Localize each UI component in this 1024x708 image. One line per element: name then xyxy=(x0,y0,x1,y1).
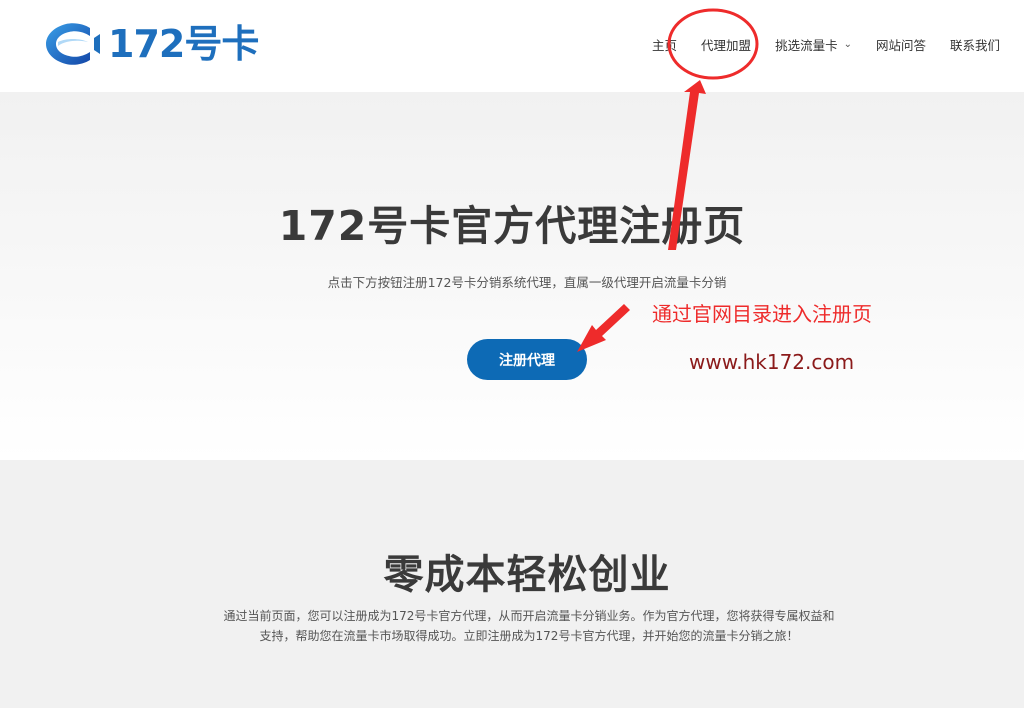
site-logo[interactable]: 172号卡 xyxy=(44,18,259,70)
zero-cost-section: 零成本轻松创业 通过当前页面，您可以注册成为172号卡官方代理，从而开启流量卡分… xyxy=(0,460,1024,708)
hero-section: 172号卡官方代理注册页 点击下方按钮注册172号卡分销系统代理，直属一级代理开… xyxy=(0,92,1024,460)
nav-item-home[interactable]: 主页 xyxy=(652,35,677,54)
nav-label: 挑选流量卡 xyxy=(775,37,838,53)
nav-label: 网站问答 xyxy=(875,37,926,53)
section-title: 零成本轻松创业 xyxy=(383,552,671,598)
nav-item-contact[interactable]: 联系我们 xyxy=(950,35,1000,54)
annotation-url: www.hk172.com xyxy=(689,350,855,374)
logo-mark-icon xyxy=(46,23,100,65)
nav-label: 联系我们 xyxy=(949,37,1000,53)
logo-text: 172号卡 xyxy=(108,22,259,66)
nav-item-faq[interactable]: 网站问答 xyxy=(876,35,926,54)
chevron-down-icon: ⌄ xyxy=(843,38,852,50)
section-body: 通过当前页面，您可以注册成为172号卡官方代理，从而开启流量卡分销业务。作为官方… xyxy=(223,609,835,643)
register-agent-button[interactable]: 注册代理 xyxy=(467,339,587,380)
nav-item-agent-join[interactable]: 代理加盟 xyxy=(701,35,751,54)
annotation-note: 通过官网目录进入注册页 xyxy=(652,302,872,326)
main-nav: 主页 代理加盟 挑选流量卡 ⌄ 网站问答 联系我们 xyxy=(628,34,1000,54)
hero-title: 172号卡官方代理注册页 xyxy=(278,202,746,250)
site-header: 172号卡 主页 代理加盟 挑选流量卡 ⌄ 网站问答 联系我们 xyxy=(0,0,1024,92)
nav-item-choose-card[interactable]: 挑选流量卡 ⌄ xyxy=(775,35,852,54)
nav-label: 主页 xyxy=(652,37,678,53)
nav-label: 代理加盟 xyxy=(701,37,752,53)
hero-subtitle: 点击下方按钮注册172号卡分销系统代理，直属一级代理开启流量卡分销 xyxy=(327,275,727,290)
